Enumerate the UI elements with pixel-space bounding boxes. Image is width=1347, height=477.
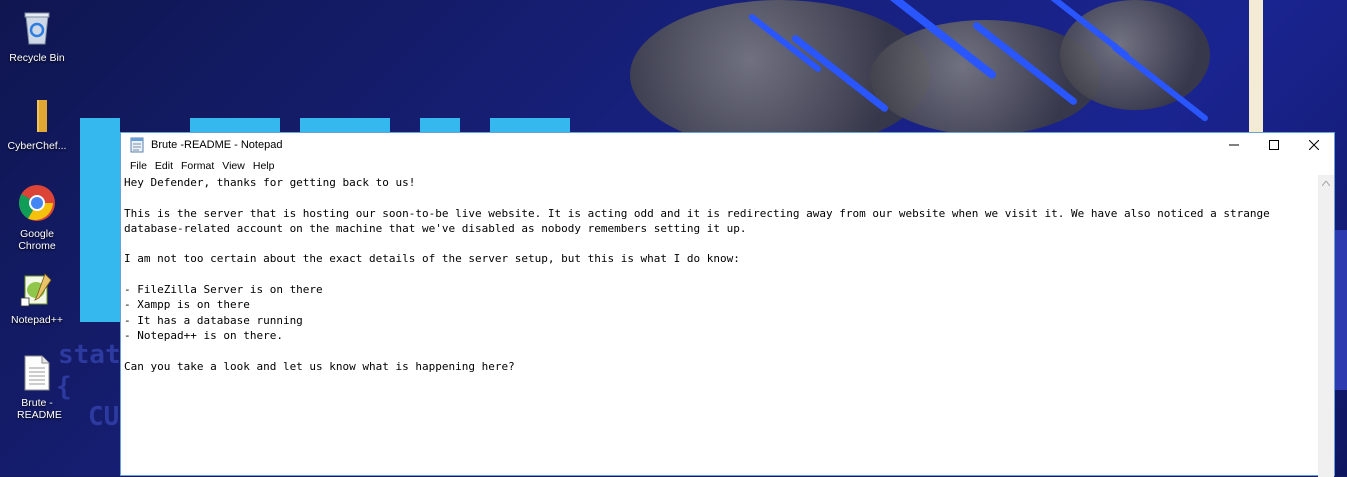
text-line: database-related account on the machine … bbox=[124, 221, 747, 235]
desktop-icon-label: Recycle Bin bbox=[9, 52, 65, 64]
desktop-icon-notepadpp[interactable]: Notepad++ bbox=[2, 272, 72, 326]
background-window-edge bbox=[1249, 0, 1263, 132]
text-line bbox=[124, 267, 1319, 282]
text-line: Can you take a look and let us know what… bbox=[124, 359, 515, 373]
wallpaper-art bbox=[490, 118, 570, 132]
wallpaper-art bbox=[190, 118, 280, 132]
folder-icon bbox=[2, 98, 72, 137]
maximize-button[interactable] bbox=[1254, 133, 1294, 157]
maximize-icon bbox=[1269, 140, 1279, 150]
vertical-scrollbar[interactable] bbox=[1318, 175, 1334, 477]
wallpaper-art bbox=[80, 118, 120, 322]
wallpaper-art bbox=[420, 118, 460, 132]
text-line bbox=[124, 343, 1319, 358]
wallpaper-code-text: CU bbox=[88, 402, 120, 432]
menu-bar: File Edit Format View Help bbox=[121, 157, 1334, 174]
menu-file[interactable]: File bbox=[126, 160, 151, 172]
text-line: This is the server that is hosting our s… bbox=[124, 206, 1270, 220]
text-editor-area[interactable]: Hey Defender, thanks for getting back to… bbox=[121, 175, 1319, 477]
menu-format[interactable]: Format bbox=[177, 160, 218, 172]
text-line: I am not too certain about the exact det… bbox=[124, 252, 740, 266]
wallpaper-art bbox=[300, 118, 390, 132]
menu-help[interactable]: Help bbox=[249, 160, 279, 172]
scroll-up-button[interactable] bbox=[1318, 175, 1334, 191]
desktop-icon-brute-readme[interactable]: Brute -README bbox=[2, 355, 72, 421]
text-line: Hey Defender, thanks for getting back to… bbox=[124, 176, 416, 189]
text-file-icon bbox=[2, 355, 72, 394]
text-line: - Notepad++ is on there. bbox=[124, 328, 283, 342]
minimize-button[interactable] bbox=[1214, 133, 1254, 157]
text-line: - It has a database running bbox=[124, 313, 303, 327]
close-icon bbox=[1309, 140, 1319, 150]
text-line bbox=[124, 190, 1319, 205]
chevron-up-icon bbox=[1322, 180, 1330, 186]
notepad-app-icon bbox=[129, 137, 145, 153]
desktop-icon-label: Notepad++ bbox=[11, 314, 63, 326]
notepadpp-icon bbox=[2, 272, 72, 311]
text-line bbox=[124, 236, 1319, 251]
desktop-icon-google-chrome[interactable]: Google Chrome bbox=[2, 184, 72, 252]
close-button[interactable] bbox=[1294, 133, 1334, 157]
desktop-icon-recycle-bin[interactable]: Recycle Bin bbox=[2, 10, 72, 64]
desktop-icon-cyberchef[interactable]: CyberChef... bbox=[2, 98, 72, 152]
window-title: Brute -README - Notepad bbox=[151, 139, 283, 151]
title-bar[interactable]: Brute -README - Notepad bbox=[121, 133, 1334, 157]
notepad-window[interactable]: Brute -README - Notepad File Edit Format… bbox=[120, 132, 1335, 477]
text-line: - Xampp is on there bbox=[124, 298, 250, 312]
text-line: - FileZilla Server is on there bbox=[124, 283, 323, 297]
chrome-icon bbox=[2, 184, 72, 225]
menu-view[interactable]: View bbox=[218, 160, 249, 172]
desktop-icon-label: Brute -README bbox=[17, 397, 62, 421]
desktop-icon-label: CyberChef... bbox=[7, 140, 67, 152]
recycle-bin-icon bbox=[2, 10, 72, 49]
desktop-icon-label: Google Chrome bbox=[18, 228, 56, 252]
menu-edit[interactable]: Edit bbox=[151, 160, 177, 172]
minimize-icon bbox=[1229, 144, 1239, 146]
